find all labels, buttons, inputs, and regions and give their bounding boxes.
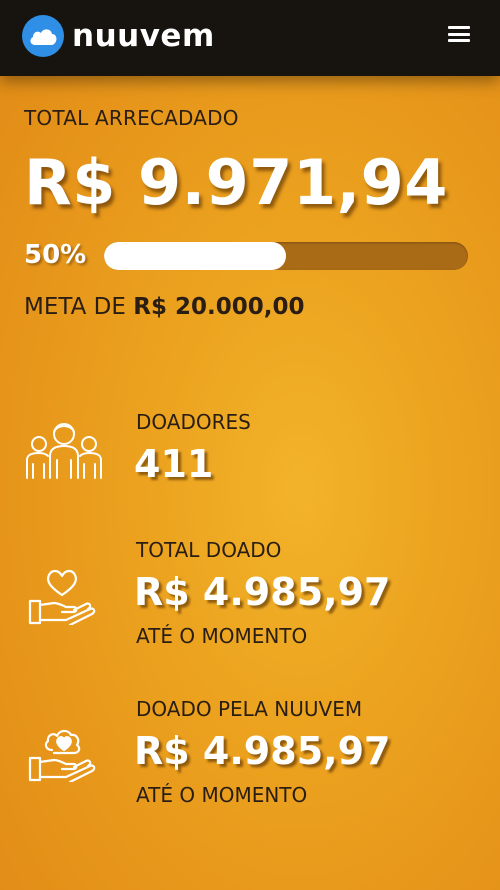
cloud-icon — [22, 15, 64, 57]
progress-percent: 50% — [24, 240, 87, 270]
top-navigation-bar: nuuvem — [0, 0, 500, 76]
progress-bar — [104, 242, 468, 270]
brand-logo[interactable]: nuuvem — [22, 14, 215, 58]
hamburger-icon — [448, 26, 470, 29]
nuuvem-donated-caption: ATÉ O MOMENTO — [136, 783, 308, 807]
total-donated-label: TOTAL DOADO — [136, 538, 282, 562]
goal-line: META DE R$ 20.000,00 — [24, 294, 304, 320]
progress-bar-fill — [104, 242, 286, 270]
donors-label: DOADORES — [136, 410, 251, 434]
hand-cloud-heart-icon — [24, 722, 102, 784]
nuuvem-donated-label: DOADO PELA NUUVEM — [136, 697, 363, 721]
goal-prefix: META DE — [24, 294, 134, 320]
nuuvem-donated-amount: R$ 4.985,97 — [134, 729, 391, 773]
brand-name: nuuvem — [72, 18, 215, 54]
hand-heart-icon — [24, 565, 102, 627]
goal-amount: R$ 20.000,00 — [133, 294, 305, 320]
donors-count: 411 — [134, 442, 214, 486]
donation-page: nuuvem TOTAL ARRECADADO R$ 9.971,94 50% … — [0, 0, 500, 890]
total-donated-amount: R$ 4.985,97 — [134, 570, 391, 614]
total-donated-caption: ATÉ O MOMENTO — [136, 624, 308, 648]
people-group-icon — [24, 420, 102, 480]
hamburger-menu-button[interactable] — [448, 24, 470, 44]
total-raised-label: TOTAL ARRECADADO — [24, 106, 239, 130]
total-raised-amount: R$ 9.971,94 — [24, 146, 448, 219]
